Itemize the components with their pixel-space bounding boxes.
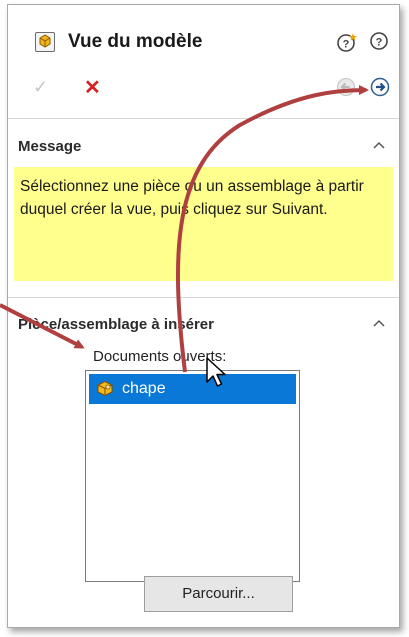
browse-button[interactable]: Parcourir... xyxy=(144,576,293,612)
part-icon xyxy=(95,380,115,398)
svg-text:?: ? xyxy=(376,37,383,49)
help-icon[interactable]: ? xyxy=(369,31,389,51)
action-row: ✓ ✕ xyxy=(8,77,399,113)
panel-title: Vue du modèle xyxy=(68,31,203,52)
next-arrow-icon[interactable] xyxy=(370,77,390,97)
model-view-icon xyxy=(35,32,55,52)
message-section-header: Message xyxy=(18,138,82,155)
divider xyxy=(8,297,399,298)
ok-button[interactable]: ✓ xyxy=(33,77,48,98)
back-arrow-icon[interactable] xyxy=(336,77,356,97)
message-box: Sélectionnez une pièce ou un assemblage … xyxy=(14,167,393,281)
whats-new-help-icon[interactable]: ? xyxy=(336,31,357,52)
collapse-caret-icon[interactable] xyxy=(373,138,385,153)
collapse-caret-icon[interactable] xyxy=(373,316,385,331)
list-item[interactable]: chape xyxy=(89,374,296,404)
insert-section-header: Pièce/assemblage à insérer xyxy=(18,316,214,333)
cancel-button[interactable]: ✕ xyxy=(84,75,101,100)
open-documents-list[interactable]: chape xyxy=(85,370,300,582)
document-name: chape xyxy=(122,380,166,397)
mouse-cursor-icon xyxy=(205,356,229,390)
svg-text:?: ? xyxy=(343,39,350,51)
divider xyxy=(8,118,399,119)
panel-title-row: Vue du modèle ? ? xyxy=(8,5,399,77)
property-manager-panel: Vue du modèle ? ? ✓ ✕ Message Sélectionn… xyxy=(7,4,400,628)
